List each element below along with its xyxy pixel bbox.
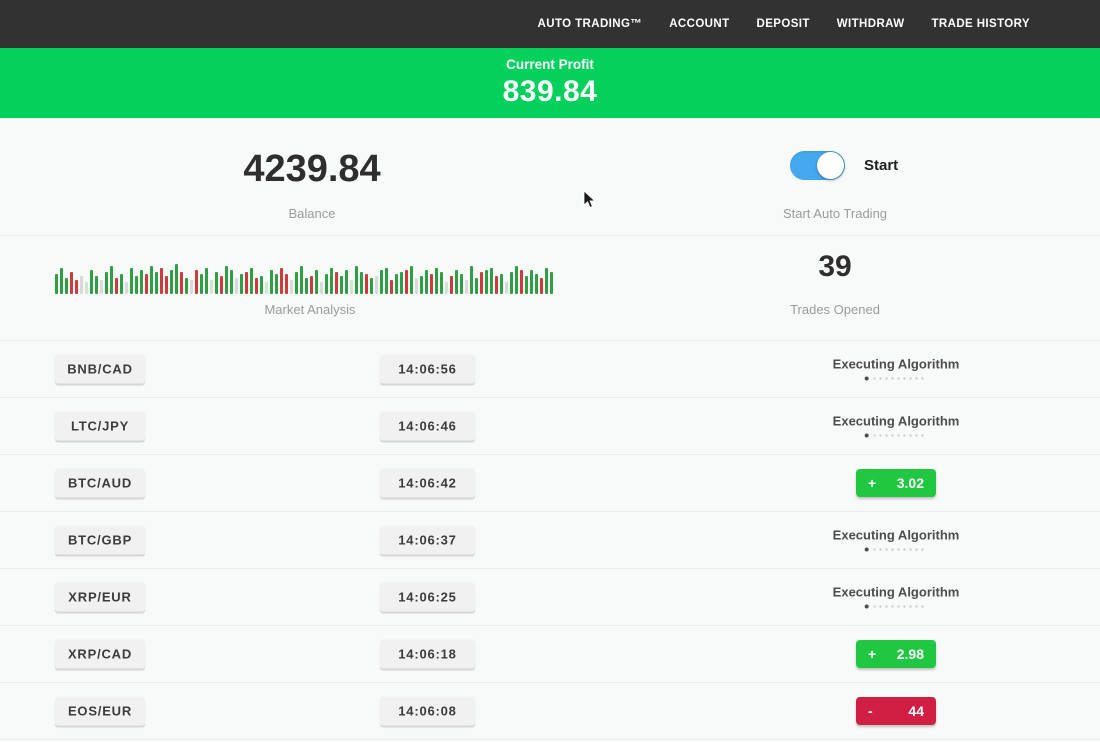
time-badge: 14:06:42 — [380, 469, 475, 498]
table-row: BTC/GBP 14:06:37 Executing Algorithm — [0, 512, 1100, 569]
progress-dots — [865, 377, 927, 382]
trade-result: Executing Algorithm — [833, 357, 960, 382]
pair-badge: BNB/CAD — [55, 355, 145, 384]
trade-result: Executing Algorithm — [833, 585, 960, 610]
toggle-start-label: Start — [864, 157, 898, 174]
table-row: XRP/EUR 14:06:25 Executing Algorithm — [0, 569, 1100, 626]
status-text: Executing Algorithm — [833, 585, 960, 600]
table-row: BNB/CAD 14:06:56 Executing Algorithm — [0, 341, 1100, 398]
trade-result: + 3.02 — [856, 469, 936, 497]
status-text: Executing Algorithm — [833, 357, 960, 372]
market-analysis-chart — [55, 258, 567, 294]
profit-badge: + 2.98 — [856, 640, 936, 668]
trade-result: + 2.98 — [856, 640, 936, 668]
profit-sign: + — [868, 475, 876, 491]
nav-item-account[interactable]: ACCOUNT — [669, 18, 729, 30]
trade-result: Executing Algorithm — [833, 414, 960, 439]
nav-item-trade-history[interactable]: TRADE HISTORY — [932, 18, 1031, 30]
trade-result: - 44 — [856, 697, 936, 725]
balance-label: Balance — [289, 206, 336, 221]
table-row: XRP/CAD 14:06:18 + 2.98 — [0, 626, 1100, 683]
market-section: Market Analysis 39 Trades Opened — [0, 236, 1100, 341]
progress-dots — [865, 434, 927, 439]
time-badge: 14:06:46 — [380, 412, 475, 441]
balance-section: 4239.84 Balance Start Start Auto Trading — [0, 118, 1100, 236]
loss-badge: - 44 — [856, 697, 936, 725]
trades-table: BNB/CAD 14:06:56 Executing Algorithm LTC… — [0, 341, 1100, 740]
nav-item-deposit[interactable]: DEPOSIT — [757, 18, 810, 30]
nav-item-withdraw[interactable]: WITHDRAW — [837, 18, 905, 30]
progress-dots — [865, 605, 927, 610]
profit-value: 2.98 — [897, 646, 924, 662]
table-row: LTC/JPY 14:06:46 Executing Algorithm — [0, 398, 1100, 455]
toggle-knob — [817, 152, 844, 179]
nav-item-auto-trading[interactable]: AUTO TRADING™ — [538, 18, 643, 30]
table-row: BTC/AUD 14:06:42 + 3.02 — [0, 455, 1100, 512]
pair-badge: XRP/CAD — [55, 640, 145, 669]
top-nav: AUTO TRADING™ ACCOUNT DEPOSIT WITHDRAW T… — [0, 0, 1100, 48]
loss-value: 44 — [908, 703, 924, 719]
pair-badge: BTC/GBP — [55, 526, 145, 555]
time-badge: 14:06:56 — [380, 355, 475, 384]
pair-badge: LTC/JPY — [55, 412, 145, 441]
market-analysis-label: Market Analysis — [264, 302, 355, 317]
time-badge: 14:06:18 — [380, 640, 475, 669]
profit-sign: + — [868, 646, 876, 662]
time-badge: 14:06:25 — [380, 583, 475, 612]
trade-result: Executing Algorithm — [833, 528, 960, 553]
trades-opened-value: 39 — [818, 250, 851, 284]
time-badge: 14:06:37 — [380, 526, 475, 555]
current-profit-label: Current Profit — [506, 57, 594, 72]
status-text: Executing Algorithm — [833, 528, 960, 543]
start-auto-trading-label: Start Auto Trading — [783, 206, 887, 221]
pair-badge: BTC/AUD — [55, 469, 145, 498]
status-text: Executing Algorithm — [833, 414, 960, 429]
pair-badge: XRP/EUR — [55, 583, 145, 612]
loss-sign: - — [868, 703, 873, 719]
balance-value: 4239.84 — [243, 148, 380, 191]
current-profit-banner: Current Profit 839.84 — [0, 48, 1100, 118]
time-badge: 14:06:08 — [380, 697, 475, 726]
progress-dots — [865, 548, 927, 553]
profit-value: 3.02 — [897, 475, 924, 491]
profit-badge: + 3.02 — [856, 469, 936, 497]
auto-trading-toggle[interactable] — [790, 151, 845, 180]
pair-badge: EOS/EUR — [55, 697, 145, 726]
table-row: EOS/EUR 14:06:08 - 44 — [0, 683, 1100, 740]
trades-opened-label: Trades Opened — [790, 302, 880, 317]
current-profit-value: 839.84 — [503, 75, 598, 109]
